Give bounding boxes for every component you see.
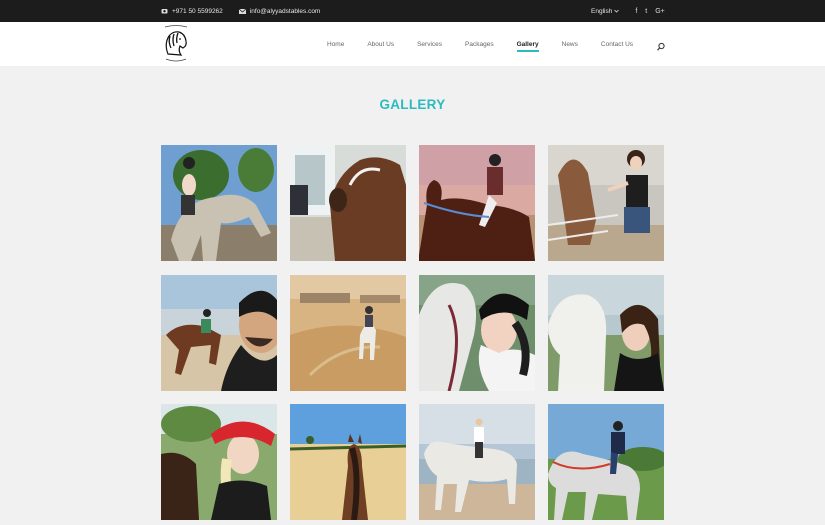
nav-home[interactable]: Home: [327, 41, 344, 48]
phone-number: +971 50 5599262: [172, 7, 223, 15]
gallery-photo[interactable]: [419, 275, 535, 391]
facebook-icon[interactable]: f: [635, 8, 637, 15]
phone-contact[interactable]: +971 50 5599262: [161, 8, 223, 15]
gallery-photo[interactable]: [290, 145, 406, 261]
gallery-photo[interactable]: [161, 145, 277, 261]
nav-gallery[interactable]: Gallery: [516, 41, 539, 52]
search-icon[interactable]: [656, 39, 666, 51]
nav-packages[interactable]: Packages: [465, 41, 494, 48]
nav-news[interactable]: News: [562, 41, 578, 48]
gallery-photo[interactable]: [161, 275, 277, 391]
page-title: GALLERY: [379, 97, 446, 112]
site-logo[interactable]: [160, 24, 192, 64]
email-address: info@alyyadstables.com: [249, 7, 321, 15]
gallery-photo[interactable]: [290, 404, 406, 520]
contact-info: +971 50 5599262 info@alyyadstables.com: [161, 0, 320, 22]
gallery-photo[interactable]: [548, 145, 664, 261]
twitter-icon[interactable]: t: [645, 8, 647, 15]
gallery-photo[interactable]: [548, 404, 664, 520]
google-plus-icon[interactable]: G+: [655, 8, 665, 15]
language-selector[interactable]: English: [591, 7, 620, 15]
topbar-right: English f t G+: [591, 0, 665, 22]
gallery-photo[interactable]: [419, 404, 535, 520]
main-nav: Home About Us Services Packages Gallery …: [327, 22, 656, 66]
email-contact[interactable]: info@alyyadstables.com: [238, 7, 321, 15]
nav-contact-us[interactable]: Contact Us: [601, 41, 633, 48]
envelope-icon: [238, 8, 246, 14]
nav-about-us[interactable]: About Us: [367, 41, 394, 48]
gallery-photo[interactable]: [161, 404, 277, 520]
top-bar: +971 50 5599262 info@alyyadstables.com E…: [0, 0, 825, 22]
phone-icon: [161, 8, 168, 14]
gallery-photo[interactable]: [290, 275, 406, 391]
gallery-grid: [161, 145, 665, 525]
language-label: English: [591, 7, 613, 15]
chevron-down-icon: [614, 8, 620, 15]
gallery-photo[interactable]: [548, 275, 664, 391]
nav-services[interactable]: Services: [417, 41, 442, 48]
gallery-photo[interactable]: [419, 145, 535, 261]
main-header: Home About Us Services Packages Gallery …: [0, 22, 825, 66]
